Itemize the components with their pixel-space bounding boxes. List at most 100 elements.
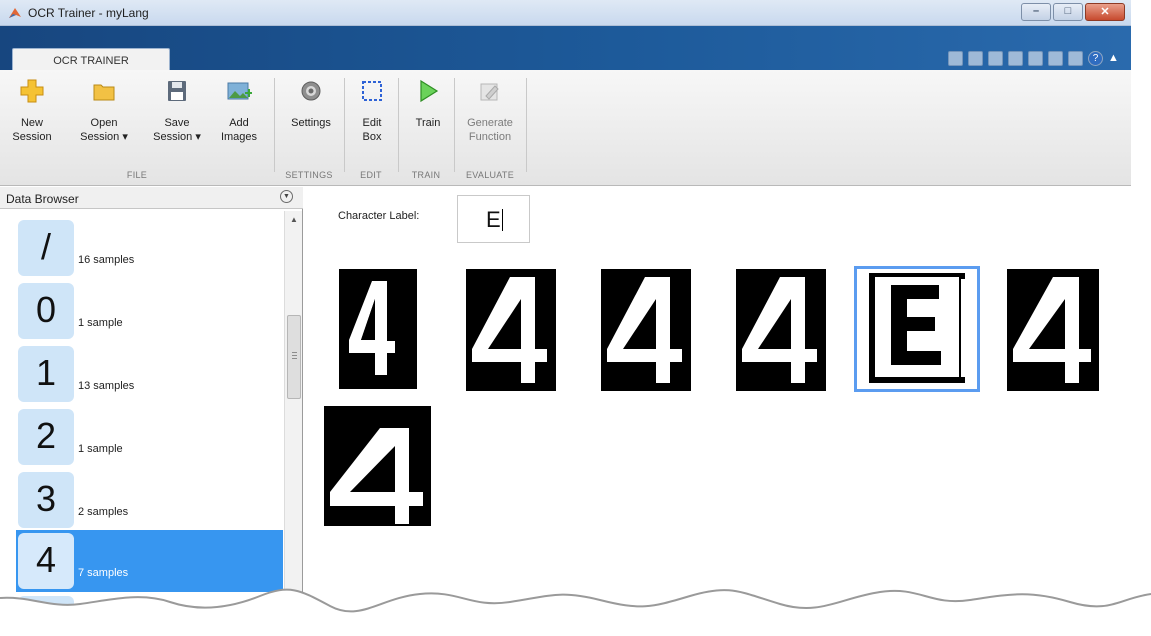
group-label-evaluate: EVALUATE — [465, 170, 515, 180]
add-images-label-1: Add — [229, 117, 249, 129]
list-item[interactable]: / 16 samples — [16, 217, 283, 279]
character-label-input[interactable]: E — [457, 195, 530, 243]
sample-glyph-4 — [472, 277, 547, 383]
text-caret — [501, 209, 503, 231]
dashed-box-icon — [362, 81, 382, 101]
save-session-button[interactable]: Save Session ▾ — [150, 78, 204, 144]
character-glyph: 3 — [18, 472, 74, 528]
minimize-button[interactable]: – — [1021, 3, 1051, 21]
play-icon — [420, 79, 439, 103]
minimize-icon: – — [1032, 5, 1040, 17]
generate-function-button[interactable]: Generate Function — [460, 78, 520, 144]
sample-glyph-4 — [349, 281, 395, 375]
group-label-settings: SETTINGS — [285, 170, 333, 180]
window-controls: – □ ✕ — [1021, 3, 1125, 21]
data-browser-title: Data Browser — [6, 192, 79, 206]
sample-glyph-4 — [607, 277, 682, 383]
main-canvas: Character Label: E — [304, 187, 1131, 636]
sample-count: 13 samples — [78, 380, 135, 392]
new-session-label-2: Session — [12, 131, 52, 143]
cut-icon[interactable] — [968, 51, 983, 66]
sample-thumbnail[interactable] — [736, 269, 826, 391]
add-images-button[interactable]: Add Images — [216, 78, 262, 144]
group-label-train: TRAIN — [411, 170, 441, 180]
sample-thumbnail-selected[interactable] — [854, 266, 980, 392]
title-bar: OCR Trainer - myLang – □ ✕ — [0, 0, 1131, 26]
edit-box-button[interactable]: Edit Box — [352, 78, 392, 144]
torn-edge-decoration — [0, 588, 1151, 636]
collapse-icon[interactable]: ▲ — [1108, 51, 1123, 66]
open-session-label-2: Session ▾ — [80, 131, 128, 143]
sample-thumbnail[interactable] — [339, 269, 417, 389]
add-images-label-2: Images — [220, 131, 258, 143]
sample-count: 2 samples — [78, 506, 129, 518]
settings-label: Settings — [291, 117, 331, 129]
ribbon-toolbar: New Session Open Session ▾ Save Session … — [0, 70, 1131, 186]
generate-function-label-1: Generate — [467, 117, 513, 129]
train-button[interactable]: Train — [406, 78, 450, 130]
grip-icon — [292, 352, 297, 361]
new-session-label-1: New — [20, 117, 43, 129]
panel-menu-icon[interactable]: ▼ — [280, 190, 293, 203]
ribbon-separator — [454, 78, 455, 172]
app-window: OCR Trainer - myLang – □ ✕ OCR TRAINER ?… — [0, 0, 1131, 636]
generate-function-label-2: Function — [468, 131, 512, 143]
close-button[interactable]: ✕ — [1085, 3, 1125, 21]
generate-icon — [480, 83, 499, 101]
folder-icon — [93, 84, 115, 101]
sample-glyph-4 — [742, 277, 817, 383]
list-item[interactable]: 3 2 samples — [16, 469, 283, 531]
group-label-file: FILE — [126, 170, 148, 180]
open-session-label-1: Open — [90, 117, 118, 129]
sample-count: 1 sample — [78, 317, 123, 329]
window-icon[interactable] — [1068, 51, 1083, 66]
train-label: Train — [415, 117, 441, 129]
data-browser-header: Data Browser ▼ — [0, 187, 303, 209]
tab-strip: OCR TRAINER ? ▲ — [0, 26, 1131, 73]
sample-thumbnail[interactable] — [466, 269, 556, 391]
character-glyph: 0 — [18, 283, 74, 339]
save-icon[interactable] — [948, 51, 963, 66]
gear-icon — [301, 81, 321, 101]
data-browser-panel: Data Browser ▼ / 16 samples 0 1 sample 1… — [0, 187, 303, 636]
maximize-button[interactable]: □ — [1053, 3, 1083, 21]
paste-icon[interactable] — [1008, 51, 1023, 66]
character-glyph: / — [18, 220, 74, 276]
floppy-icon — [168, 81, 186, 101]
undo-icon[interactable] — [1028, 51, 1043, 66]
help-icon[interactable]: ? — [1088, 51, 1103, 66]
scrollbar-thumb[interactable] — [287, 315, 301, 399]
list-item[interactable]: 0 1 sample — [16, 280, 283, 342]
save-session-label-1: Save — [164, 117, 190, 129]
list-item[interactable]: 2 1 sample — [16, 406, 283, 468]
ribbon-separator — [274, 78, 275, 172]
list-item[interactable]: 1 13 samples — [16, 343, 283, 405]
character-label-value: E — [486, 207, 501, 232]
vertical-scrollbar[interactable]: ▲ — [284, 211, 302, 636]
character-glyph: 1 — [18, 346, 74, 402]
matlab-logo-icon — [9, 8, 21, 18]
edit-box-label-1: Edit — [362, 117, 382, 129]
ribbon-separator — [344, 78, 345, 172]
quick-access-toolbar: ? ▲ — [948, 51, 1123, 66]
add-image-icon — [227, 82, 253, 100]
maximize-icon: □ — [1064, 5, 1072, 17]
ribbon-separator — [526, 78, 527, 172]
sample-glyph-4 — [330, 428, 423, 524]
scroll-up-arrow-icon[interactable]: ▲ — [285, 215, 303, 224]
redo-icon[interactable] — [1048, 51, 1063, 66]
character-label-caption: Character Label: — [338, 210, 420, 222]
settings-button[interactable]: Settings — [284, 78, 338, 130]
sample-glyph-4 — [1013, 277, 1091, 383]
character-glyph: 2 — [18, 409, 74, 465]
sample-thumbnail[interactable] — [601, 269, 691, 391]
save-session-label-2: Session ▾ — [153, 131, 201, 143]
sample-thumbnail[interactable] — [324, 406, 431, 526]
sample-count: 1 sample — [78, 443, 123, 455]
new-session-button[interactable]: New Session — [10, 78, 54, 144]
open-session-button[interactable]: Open Session ▾ — [78, 78, 130, 144]
copy-icon[interactable] — [988, 51, 1003, 66]
ribbon-separator — [398, 78, 399, 172]
sample-thumbnail[interactable] — [1007, 269, 1099, 391]
sample-glyph-e — [869, 273, 965, 383]
